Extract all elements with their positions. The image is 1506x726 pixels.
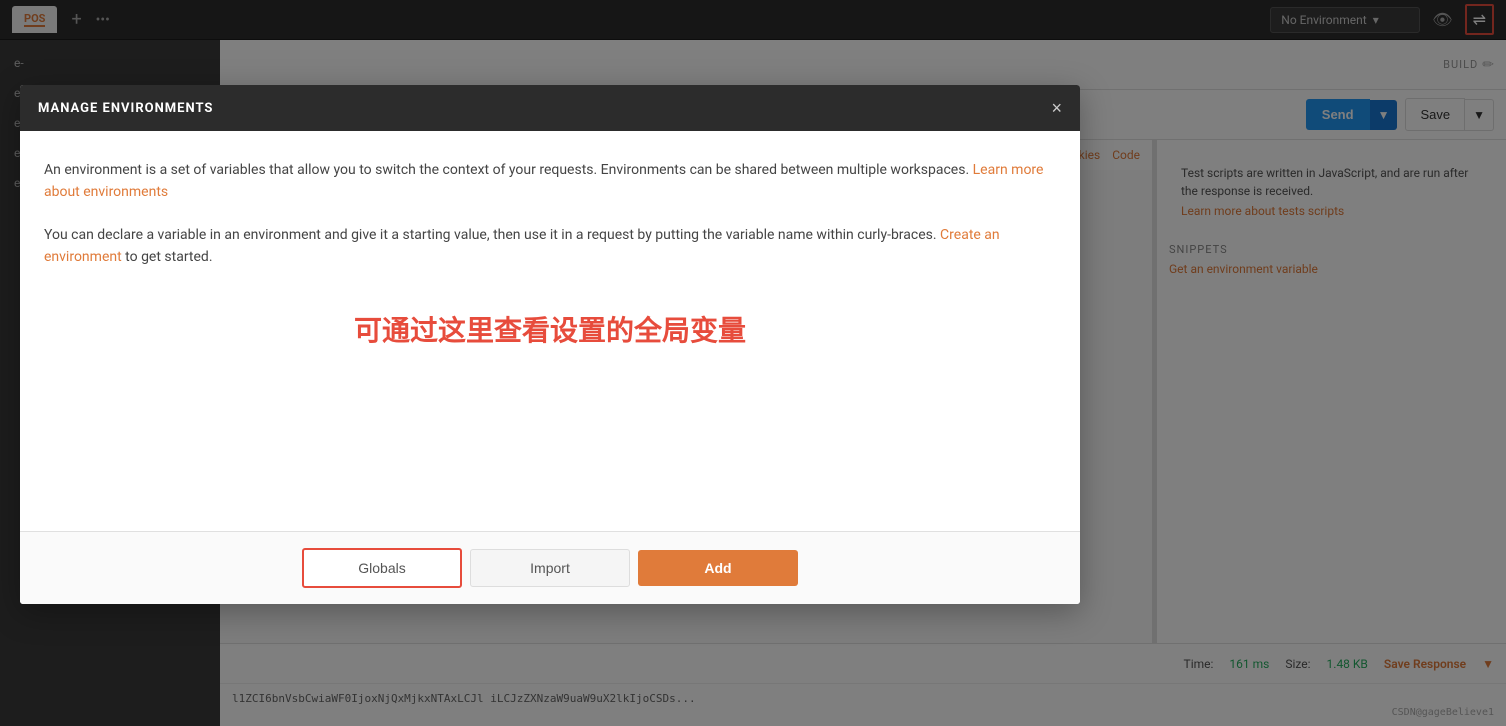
manage-environments-modal: MANAGE ENVIRONMENTS × An environment is … — [20, 85, 1080, 604]
modal-body: An environment is a set of variables tha… — [20, 131, 1080, 531]
description-1: An environment is a set of variables tha… — [44, 159, 1056, 204]
modal-header: MANAGE ENVIRONMENTS × — [20, 85, 1080, 131]
modal-close-button[interactable]: × — [1051, 99, 1062, 117]
modal-title: MANAGE ENVIRONMENTS — [38, 101, 213, 116]
annotation-text: 可通过这里查看设置的全局变量 — [44, 309, 1056, 349]
add-button[interactable]: Add — [638, 550, 798, 586]
modal-overlay[interactable]: MANAGE ENVIRONMENTS × An environment is … — [0, 0, 1506, 726]
import-button[interactable]: Import — [470, 549, 630, 587]
globals-button[interactable]: Globals — [302, 548, 462, 588]
description-2: You can declare a variable in an environ… — [44, 224, 1056, 269]
modal-footer: Globals Import Add — [20, 531, 1080, 604]
